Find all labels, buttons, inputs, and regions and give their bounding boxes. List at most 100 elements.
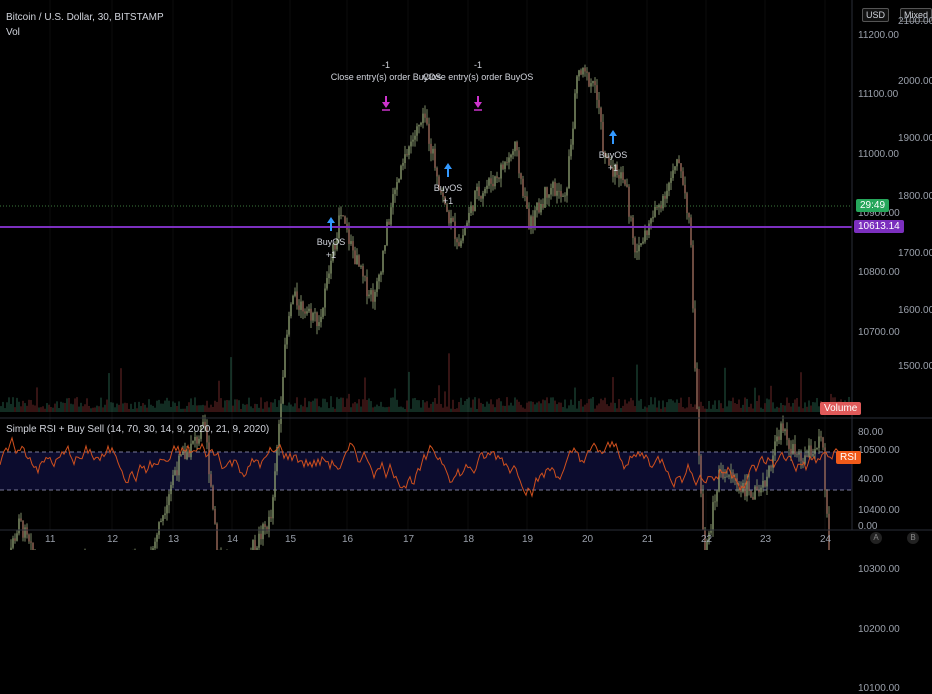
candle-body (266, 526, 268, 532)
candle-body (354, 250, 356, 265)
volume-bar (738, 399, 740, 412)
candle-body (366, 277, 368, 297)
candle-body (360, 266, 362, 267)
volume-bar (76, 397, 78, 412)
candle-body (590, 83, 592, 87)
volume-bar (38, 407, 40, 412)
volume-bar (510, 402, 512, 412)
volume-bar (414, 397, 416, 412)
volume-bar (446, 406, 448, 412)
signal-name-label: Close entry(s) order BuyOS (423, 72, 534, 82)
volume-bar (618, 399, 620, 412)
log-scale-button[interactable]: B (907, 532, 919, 544)
price-tick-label: 10300.00 (858, 564, 900, 576)
volume-bar (28, 399, 30, 412)
candle-body (456, 238, 458, 243)
volume-indicator-label[interactable]: Vol (6, 27, 20, 38)
volume-bar (784, 405, 786, 412)
volume-bar (236, 399, 238, 412)
candle-body (774, 441, 776, 456)
volume-bar (200, 405, 202, 412)
rsi-tick-label: 40.00 (858, 473, 884, 485)
candle-body (824, 447, 826, 491)
time-tick-label: 23 (760, 534, 772, 545)
candle-body (698, 408, 700, 456)
volume-bar (438, 385, 440, 412)
volume-bar (70, 403, 72, 412)
volume-bar (274, 399, 276, 412)
volume-bar (506, 397, 508, 412)
volume-bar (520, 404, 522, 412)
candle-body (552, 182, 554, 189)
candle-body (480, 196, 482, 199)
candle-body (414, 135, 416, 140)
candle-body (496, 176, 498, 179)
volume-bar (138, 401, 140, 412)
volume-bar (606, 404, 608, 412)
candle-body (680, 163, 682, 172)
volume-bar (8, 397, 10, 412)
volume-bar (20, 406, 22, 412)
volume-bar (252, 408, 254, 412)
candle-body (762, 480, 764, 488)
candle-body (728, 475, 730, 477)
volume-bar (44, 408, 46, 412)
candle-body (822, 437, 824, 448)
candle-body (664, 195, 666, 199)
volume-bar (36, 387, 38, 412)
volume-bar (68, 398, 70, 412)
volume-bar (34, 405, 36, 412)
candle-body (800, 452, 802, 461)
rsi-indicator-title[interactable]: Simple RSI + Buy Sell (14, 70, 30, 14, 9… (6, 424, 269, 435)
volume-bar (300, 404, 302, 412)
candle-body (622, 172, 624, 180)
candle-body (474, 190, 476, 212)
candle-body (770, 466, 772, 468)
buy-arrow-icon (609, 130, 617, 144)
candle-body (490, 178, 492, 184)
volume-bar (776, 406, 778, 412)
currency-button[interactable]: USD (862, 8, 890, 22)
candle-body (434, 148, 436, 168)
volume-bar (676, 399, 678, 412)
volume-bar (288, 402, 290, 412)
volume-bar (518, 401, 520, 412)
candle-body (592, 80, 594, 84)
auto-scale-button[interactable]: A (870, 532, 882, 544)
candle-body (262, 524, 264, 540)
volume-bar (112, 402, 114, 412)
volume-bar (528, 401, 530, 412)
volume-bar (656, 407, 658, 412)
volume-bar (260, 397, 262, 412)
time-tick-label: 14 (227, 534, 239, 545)
volume-bar (688, 397, 690, 412)
candle-body (662, 195, 664, 209)
volume-bar (264, 402, 266, 412)
chart-canvas[interactable]: BuyOS +1 -1 Close entry(s) order BuyOS BuyOS… (0, 0, 932, 550)
volume-bar (26, 405, 28, 412)
candle-body (316, 312, 318, 327)
volume-bar (292, 406, 294, 412)
volume-bar (808, 400, 810, 412)
volume-tick-label: 1800.00 (898, 191, 932, 202)
candle-body (754, 486, 756, 500)
volume-bar (352, 403, 354, 412)
candle-body (588, 72, 590, 87)
candle-body (594, 80, 596, 86)
candle-body (550, 188, 552, 195)
candle-body (794, 444, 796, 455)
volume-bar (60, 401, 62, 412)
volume-bar (164, 400, 166, 412)
candle-body (166, 505, 168, 514)
volume-bar (816, 398, 818, 412)
volume-bar (550, 397, 552, 412)
volume-bar (176, 406, 178, 412)
volume-bar (788, 402, 790, 412)
candle-body (462, 235, 464, 241)
volume-bar (436, 403, 438, 412)
candle-body (318, 322, 320, 327)
volume-bar (94, 407, 96, 412)
candle-body (668, 182, 670, 191)
volume-bar (202, 404, 204, 412)
volume-bar (32, 404, 34, 412)
